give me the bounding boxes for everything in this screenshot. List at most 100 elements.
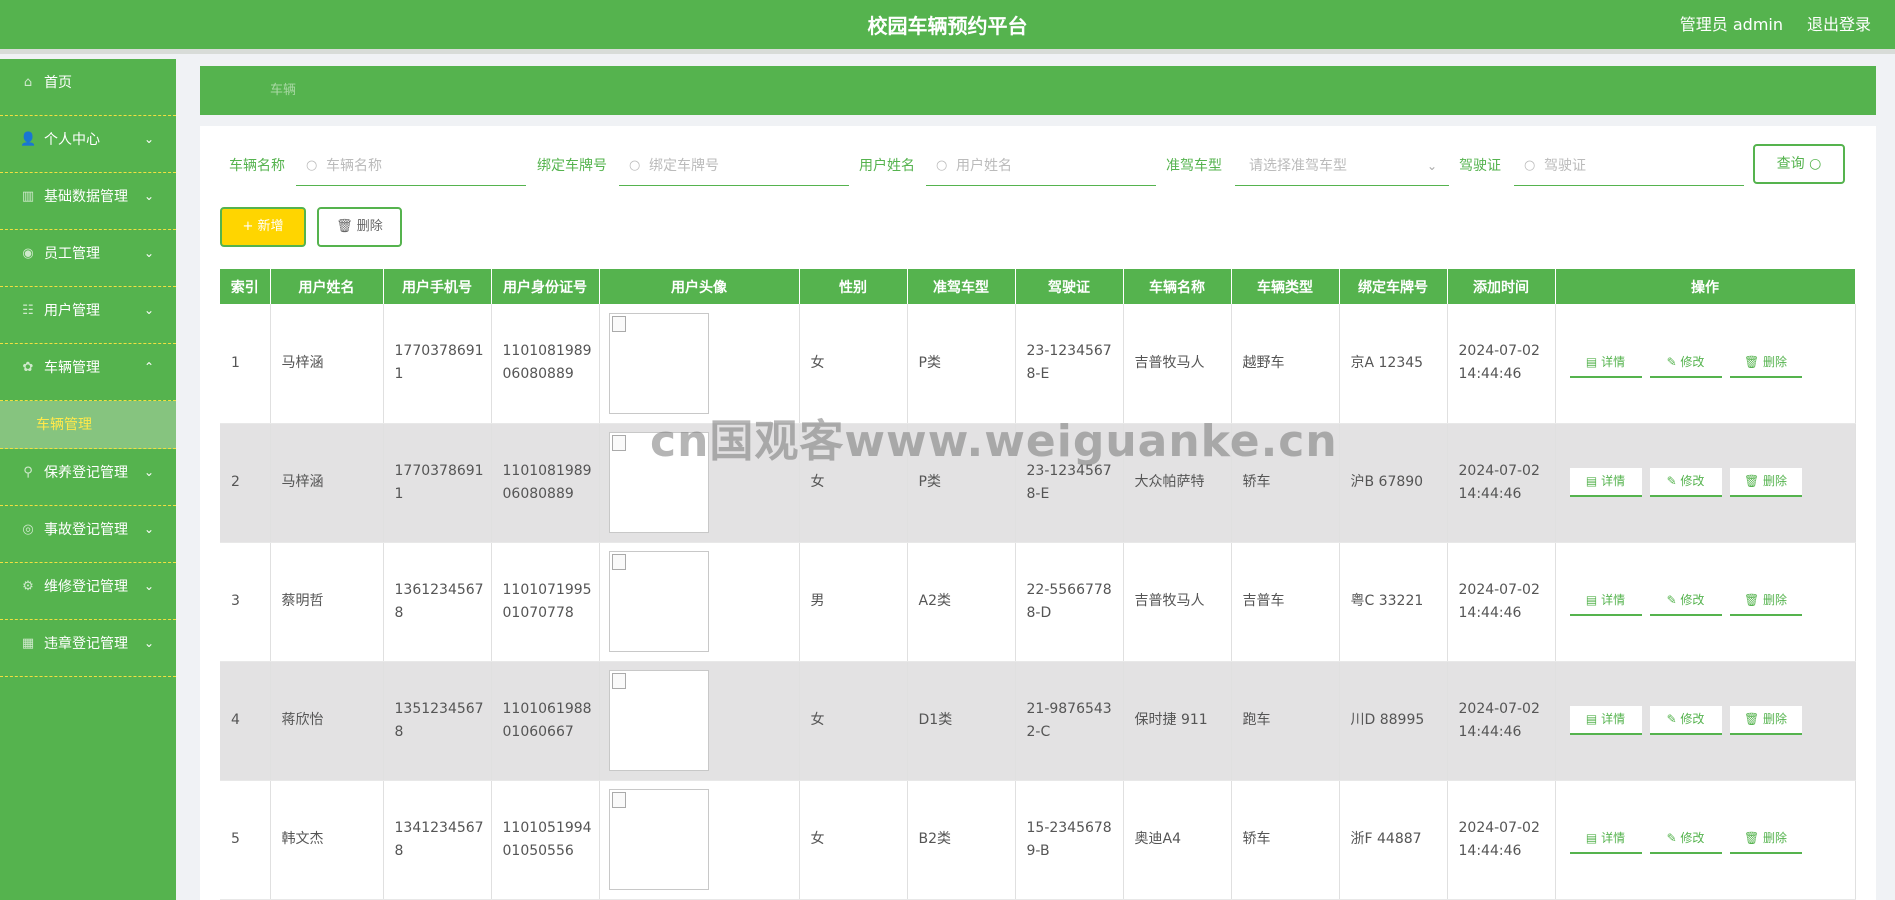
cell-avatar bbox=[599, 780, 800, 900]
cell-user-name: 马梓涵 bbox=[270, 423, 384, 543]
row-actions: ▤ 详情 ✎ 修改 🗑 删除 bbox=[1567, 348, 1849, 378]
delete-button[interactable]: 🗑 删除 bbox=[1729, 587, 1802, 616]
sidebar-item-users[interactable]: ☷ 用户管理 ⌄ bbox=[0, 287, 176, 344]
chevron-down-icon: ⌄ bbox=[143, 579, 154, 593]
cell-idcard: 110107199501070778 bbox=[491, 542, 600, 662]
col-header: 用户头像 bbox=[599, 269, 800, 304]
sidebar-item-vehicles[interactable]: ✿ 车辆管理 ⌃ bbox=[0, 344, 176, 401]
chevron-down-icon: ⌄ bbox=[143, 636, 154, 650]
edit-button[interactable]: ✎ 修改 bbox=[1649, 587, 1722, 616]
search-form: 车辆名称 ○ 车辆名称 绑定车牌号 ○ 绑定车牌号 用户姓名 ○ 用户姓名 准驾… bbox=[229, 144, 1849, 196]
cell-plate: 浙F 44887 bbox=[1339, 780, 1448, 900]
table-row[interactable]: 3 蔡明哲 13612345678 110107199501070778 男 A… bbox=[220, 542, 1856, 662]
query-button[interactable]: 查询 ○ bbox=[1753, 144, 1845, 184]
cell-time: 2024-07-02 14:44:46 bbox=[1447, 661, 1556, 781]
vehicle-icon: ✿ bbox=[22, 360, 34, 375]
sidebar-item-repairs[interactable]: ⚙ 维修登记管理 ⌄ bbox=[0, 563, 176, 620]
row-actions: ▤ 详情 ✎ 修改 🗑 删除 bbox=[1567, 825, 1849, 854]
cell-actions: ▤ 详情 ✎ 修改 🗑 删除 bbox=[1555, 542, 1856, 662]
delete-button[interactable]: 🗑 删除 bbox=[1729, 706, 1802, 735]
sidebar-item-label: 基础数据管理 bbox=[44, 189, 128, 205]
avatar bbox=[608, 670, 709, 771]
col-header: 操作 bbox=[1555, 269, 1856, 304]
broken-image-icon bbox=[611, 554, 626, 570]
user-name-label: 用户姓名 bbox=[859, 158, 915, 174]
accident-icon: ◎ bbox=[22, 522, 34, 537]
cell-plate: 京A 12345 bbox=[1339, 304, 1448, 424]
cell-idcard: 110108198906080889 bbox=[491, 304, 600, 424]
chevron-down-icon: ⌄ bbox=[143, 465, 154, 479]
table-row[interactable]: 5 韩文杰 13412345678 110105199401050556 女 B… bbox=[220, 780, 1856, 900]
sidebar-item-staff[interactable]: ◉ 员工管理 ⌄ bbox=[0, 230, 176, 287]
cell-user-name: 蒋欣怡 bbox=[270, 661, 384, 781]
delete-button[interactable]: 🗑 删除 bbox=[1729, 825, 1802, 854]
chevron-down-icon: ⌄ bbox=[143, 246, 154, 260]
edit-button[interactable]: ✎ 修改 bbox=[1649, 706, 1722, 735]
breadcrumb-item[interactable]: 车辆 bbox=[270, 66, 296, 115]
delete-button[interactable]: 🗑 删除 bbox=[1729, 468, 1802, 497]
user-name-input[interactable]: ○ 用户姓名 bbox=[926, 146, 1156, 186]
sidebar-item-label: 事故登记管理 bbox=[44, 522, 128, 538]
sidebar-item-label: 个人中心 bbox=[44, 132, 100, 148]
detail-button[interactable]: ▤ 详情 bbox=[1569, 468, 1642, 497]
top-header: 校园车辆预约平台 管理员 admin 退出登录 bbox=[0, 0, 1895, 54]
edit-button[interactable]: ✎ 修改 bbox=[1649, 348, 1722, 378]
detail-button[interactable]: ▤ 详情 bbox=[1569, 587, 1642, 616]
cell-license-type: B2类 bbox=[907, 780, 1016, 900]
chart-icon: ▥ bbox=[21, 189, 35, 204]
sidebar-item-profile[interactable]: 👤 个人中心 ⌄ bbox=[0, 116, 176, 173]
search-icon: ○ bbox=[1524, 158, 1536, 173]
avatar bbox=[608, 789, 709, 890]
plate-input[interactable]: ○ 绑定车牌号 bbox=[619, 146, 849, 186]
cell-time: 2024-07-02 14:44:46 bbox=[1447, 423, 1556, 543]
detail-button[interactable]: ▤ 详情 bbox=[1569, 348, 1642, 378]
sidebar: ⌂ 首页 👤 个人中心 ⌄ ▥ 基础数据管理 ⌄ ◉ 员工管理 ⌄ ☷ 用户管理… bbox=[0, 59, 176, 900]
edit-button[interactable]: ✎ 修改 bbox=[1649, 468, 1722, 497]
plate-label: 绑定车牌号 bbox=[537, 158, 607, 174]
sidebar-item-home[interactable]: ⌂ 首页 bbox=[0, 59, 176, 116]
vehicle-name-placeholder: 车辆名称 bbox=[326, 158, 382, 174]
delete-button[interactable]: 🗑 删除 bbox=[1729, 348, 1802, 378]
cell-plate: 粤C 33221 bbox=[1339, 542, 1448, 662]
avatar bbox=[608, 551, 709, 652]
license-input[interactable]: ○ 驾驶证 bbox=[1514, 146, 1744, 186]
batch-delete-button[interactable]: 🗑 删除 bbox=[317, 207, 402, 247]
cell-idcard: 110106198801060667 bbox=[491, 661, 600, 781]
cell-license: 22-55667788-D bbox=[1015, 542, 1124, 662]
chevron-down-icon: ⌄ bbox=[143, 189, 154, 203]
col-header: 车辆类型 bbox=[1231, 269, 1340, 304]
user-icon: 👤 bbox=[20, 132, 37, 147]
admin-user-label[interactable]: 管理员 admin bbox=[1680, 0, 1783, 50]
home-icon: ⌂ bbox=[23, 75, 33, 90]
cell-gender: 男 bbox=[799, 542, 908, 662]
plate-placeholder: 绑定车牌号 bbox=[649, 158, 719, 174]
license-type-select[interactable]: 请选择准驾车型 ⌄ bbox=[1235, 146, 1449, 186]
sidebar-item-violations[interactable]: ▦ 违章登记管理 ⌄ bbox=[0, 620, 176, 677]
col-header: 索引 bbox=[220, 269, 271, 304]
vehicle-table: 索引 用户姓名 用户手机号 用户身份证号 用户头像 性别 准驾车型 驾驶证 车辆… bbox=[220, 269, 1856, 900]
breadcrumb: 车辆 bbox=[200, 66, 1876, 115]
sidebar-item-accidents[interactable]: ◎ 事故登记管理 ⌄ bbox=[0, 506, 176, 563]
sidebar-item-basic-data[interactable]: ▥ 基础数据管理 ⌄ bbox=[0, 173, 176, 230]
add-button[interactable]: + 新增 bbox=[220, 207, 306, 247]
vehicle-name-label: 车辆名称 bbox=[229, 158, 285, 174]
table-row[interactable]: 4 蒋欣怡 13512345678 110106198801060667 女 D… bbox=[220, 661, 1856, 781]
detail-button[interactable]: ▤ 详情 bbox=[1569, 825, 1642, 854]
chevron-down-icon: ⌄ bbox=[1426, 159, 1437, 173]
sidebar-item-maintenance[interactable]: ⚲ 保养登记管理 ⌄ bbox=[0, 449, 176, 506]
sidebar-item-label: 保养登记管理 bbox=[44, 465, 128, 481]
logout-button[interactable]: 退出登录 bbox=[1807, 0, 1871, 50]
vehicle-name-input[interactable]: ○ 车辆名称 bbox=[296, 146, 526, 186]
cell-time: 2024-07-02 14:44:46 bbox=[1447, 542, 1556, 662]
col-header: 用户姓名 bbox=[270, 269, 384, 304]
cell-idcard: 110108198906080889 bbox=[491, 423, 600, 543]
col-header: 性别 bbox=[799, 269, 908, 304]
row-actions: ▤ 详情 ✎ 修改 🗑 删除 bbox=[1567, 587, 1849, 616]
cell-phone: 17703786911 bbox=[383, 423, 492, 543]
cell-actions: ▤ 详情 ✎ 修改 🗑 删除 bbox=[1555, 304, 1856, 424]
detail-button[interactable]: ▤ 详情 bbox=[1569, 706, 1642, 735]
edit-button[interactable]: ✎ 修改 bbox=[1649, 825, 1722, 854]
sidebar-subitem-vehicle-management[interactable]: 车辆管理 bbox=[0, 401, 176, 449]
col-header: 驾驶证 bbox=[1015, 269, 1124, 304]
col-header: 准驾车型 bbox=[907, 269, 1016, 304]
